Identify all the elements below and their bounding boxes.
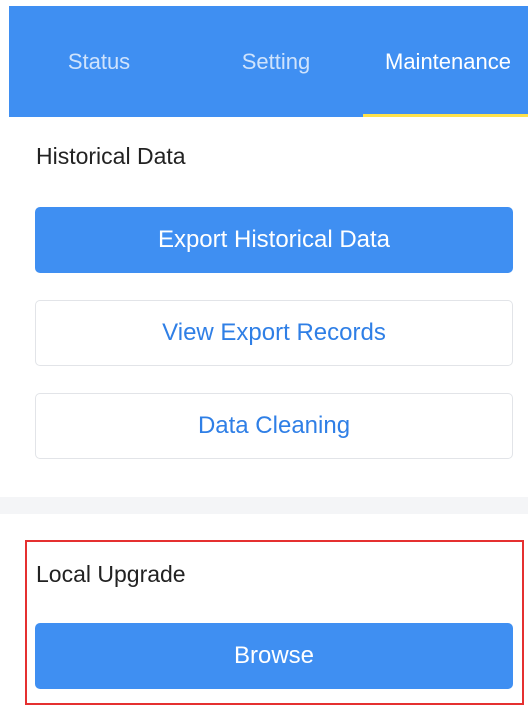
- view-export-records-button[interactable]: View Export Records: [35, 300, 513, 366]
- active-tab-indicator: [363, 114, 528, 117]
- tab-setting[interactable]: Setting: [189, 6, 363, 117]
- local-upgrade-highlight: [25, 540, 524, 705]
- historical-data-title: Historical Data: [36, 143, 186, 169]
- data-cleaning-button[interactable]: Data Cleaning: [35, 393, 513, 459]
- section-divider: [0, 497, 528, 514]
- export-historical-data-button[interactable]: Export Historical Data: [35, 207, 513, 273]
- tab-maintenance[interactable]: Maintenance: [363, 6, 528, 117]
- tab-status[interactable]: Status: [9, 6, 189, 117]
- tab-bar: Status Setting Maintenance: [9, 6, 528, 117]
